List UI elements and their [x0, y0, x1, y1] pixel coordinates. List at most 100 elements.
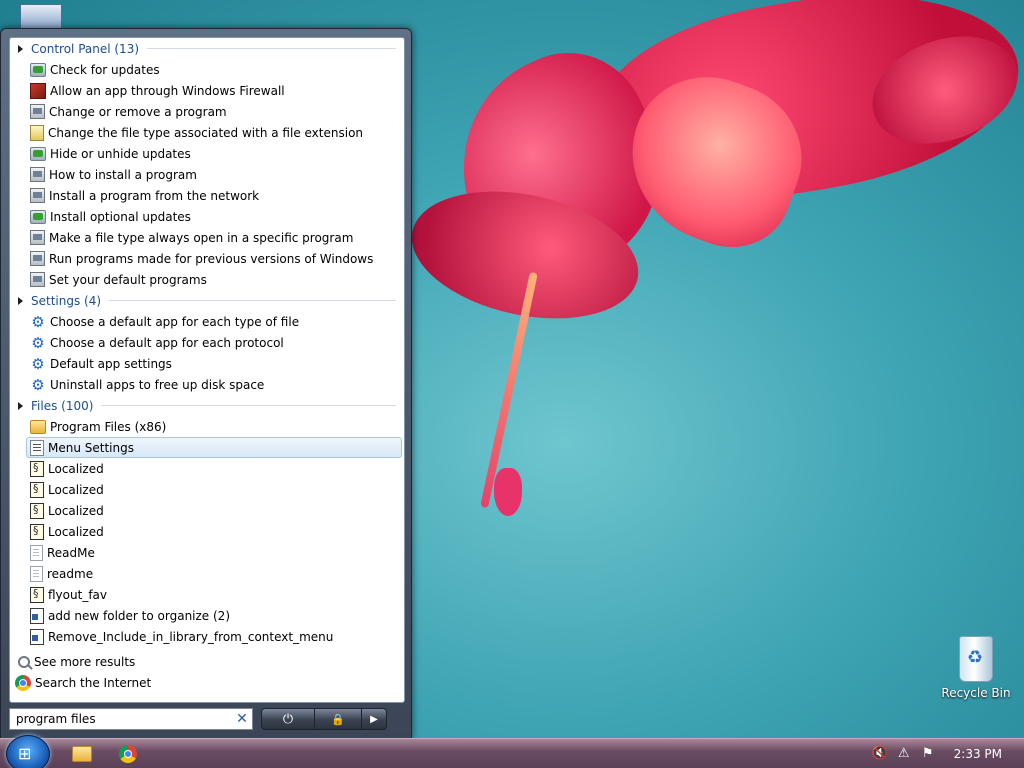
chrome-icon: [119, 745, 137, 763]
search-result-item[interactable]: Allow an app through Windows Firewall: [10, 80, 404, 101]
result-label: Localized: [48, 461, 104, 476]
power-options-button[interactable]: ▶: [362, 708, 387, 730]
registry-file-icon: [30, 607, 44, 624]
group-header-label: Settings (4): [31, 293, 102, 308]
search-result-item[interactable]: flyout_fav: [10, 584, 404, 605]
search-result-item[interactable]: ⚙ Default app settings: [10, 353, 404, 374]
see-more-results-link[interactable]: See more results: [10, 651, 404, 672]
search-result-item[interactable]: Change the file type associated with a f…: [10, 122, 404, 143]
taskbar: ⊞ 🔇 ⚠ ⚑ 2:33 PM: [0, 735, 1024, 768]
windows-update-icon: [30, 146, 46, 161]
expand-arrow-icon: [18, 401, 23, 410]
search-result-item[interactable]: Hide or unhide updates: [10, 143, 404, 164]
lock-button[interactable]: 🔒: [315, 708, 362, 730]
search-result-item[interactable]: Change or remove a program: [10, 101, 404, 122]
expand-arrow-icon: [18, 44, 23, 53]
result-label: Change the file type associated with a f…: [48, 125, 364, 140]
search-result-item[interactable]: Localized: [10, 521, 404, 542]
result-label: Localized: [48, 503, 104, 518]
lock-icon: 🔒: [331, 712, 345, 726]
action-center-icon[interactable]: ⚑: [920, 746, 936, 762]
search-result-item[interactable]: Install optional updates: [10, 206, 404, 227]
programs-icon: [30, 251, 45, 266]
search-result-item[interactable]: readme: [10, 563, 404, 584]
group-divider: [109, 300, 396, 301]
result-label: Install a program from the network: [49, 188, 260, 203]
result-label: Choose a default app for each type of fi…: [50, 314, 300, 329]
programs-icon: [30, 167, 45, 182]
start-search-box[interactable]: ✕: [9, 708, 253, 730]
registry-file-icon: [30, 628, 44, 645]
search-result-item[interactable]: Set your default programs: [10, 269, 404, 290]
flower-pistil: [494, 468, 522, 516]
gear-icon: ⚙: [31, 375, 45, 394]
search-result-item[interactable]: How to install a program: [10, 164, 404, 185]
search-result-item[interactable]: Install a program from the network: [10, 185, 404, 206]
search-result-item[interactable]: Run programs made for previous versions …: [10, 248, 404, 269]
recycle-bin-shortcut[interactable]: Recycle Bin: [940, 636, 1012, 700]
result-label: Allow an app through Windows Firewall: [50, 83, 285, 98]
result-label: Hide or unhide updates: [50, 146, 191, 161]
result-label: add new folder to organize (2): [48, 608, 230, 623]
shutdown-button[interactable]: ⏻: [261, 708, 315, 730]
group-divider: [101, 405, 396, 406]
result-label: Localized: [48, 524, 104, 539]
windows-update-icon: [30, 209, 46, 224]
search-result-item[interactable]: Check for updates: [10, 59, 404, 80]
power-icon: ⏻: [282, 711, 294, 727]
result-label: How to install a program: [49, 167, 197, 182]
gear-icon: ⚙: [31, 333, 45, 352]
file-type-icon: [30, 124, 44, 141]
search-result-item[interactable]: Remove_Include_in_library_from_context_m…: [10, 626, 404, 647]
clock[interactable]: 2:33 PM: [954, 747, 1002, 761]
system-tray: 🔇 ⚠ ⚑ 2:33 PM: [868, 739, 1024, 768]
text-file-icon: [30, 544, 43, 561]
result-group-header[interactable]: Settings (4): [10, 290, 404, 311]
search-result-item[interactable]: Localized: [10, 500, 404, 521]
script-file-icon: [30, 481, 44, 498]
search-result-item[interactable]: Localized: [10, 479, 404, 500]
chrome-icon: [15, 674, 31, 691]
search-result-item[interactable]: ReadMe: [10, 542, 404, 563]
volume-muted-icon[interactable]: 🔇: [872, 746, 888, 762]
chevron-right-icon: ▶: [370, 713, 378, 725]
search-result-item[interactable]: Make a file type always open in a specif…: [10, 227, 404, 248]
taskbar-chrome[interactable]: [108, 741, 148, 767]
result-group-header[interactable]: Control Panel (13): [10, 38, 404, 59]
start-menu: Control Panel (13) Check for updates Allow…: [0, 28, 412, 740]
search-internet-label: Search the Internet: [35, 675, 152, 690]
result-label: Set your default programs: [49, 272, 207, 287]
script-file-icon: [30, 523, 44, 540]
result-label: Program Files (x86): [50, 419, 167, 434]
see-more-label: See more results: [34, 654, 136, 669]
search-results-list: Control Panel (13) Check for updates Allow…: [9, 37, 405, 703]
result-label: Localized: [48, 482, 104, 497]
folder-icon: [30, 419, 46, 434]
clear-search-icon[interactable]: ✕: [232, 711, 252, 727]
result-group-header[interactable]: Files (100): [10, 395, 404, 416]
search-internet-link[interactable]: Search the Internet: [10, 672, 404, 693]
default-programs-icon: [30, 230, 45, 245]
script-file-icon: [30, 502, 44, 519]
text-file-icon: [30, 565, 43, 582]
result-label: Default app settings: [50, 356, 172, 371]
programs-icon: [30, 104, 45, 119]
search-result-item[interactable]: add new folder to organize (2): [10, 605, 404, 626]
search-result-item[interactable]: Localized: [10, 458, 404, 479]
group-header-label: Files (100): [31, 398, 94, 413]
search-result-item[interactable]: Menu Settings: [26, 437, 402, 458]
firewall-icon: [30, 82, 46, 99]
result-label: Install optional updates: [50, 209, 191, 224]
network-icon[interactable]: ⚠: [896, 746, 912, 762]
search-result-item[interactable]: Program Files (x86): [10, 416, 404, 437]
start-button[interactable]: ⊞: [6, 735, 50, 768]
search-result-item[interactable]: ⚙ Uninstall apps to free up disk space: [10, 374, 404, 395]
taskbar-file-explorer[interactable]: [62, 741, 102, 767]
search-result-item[interactable]: ⚙ Choose a default app for each type of f…: [10, 311, 404, 332]
search-result-item[interactable]: ⚙ Choose a default app for each protocol: [10, 332, 404, 353]
search-input[interactable]: [10, 710, 232, 728]
search-icon: [18, 655, 30, 668]
result-label: Check for updates: [50, 62, 160, 77]
windows-update-icon: [30, 62, 46, 77]
folder-icon: [72, 746, 92, 762]
